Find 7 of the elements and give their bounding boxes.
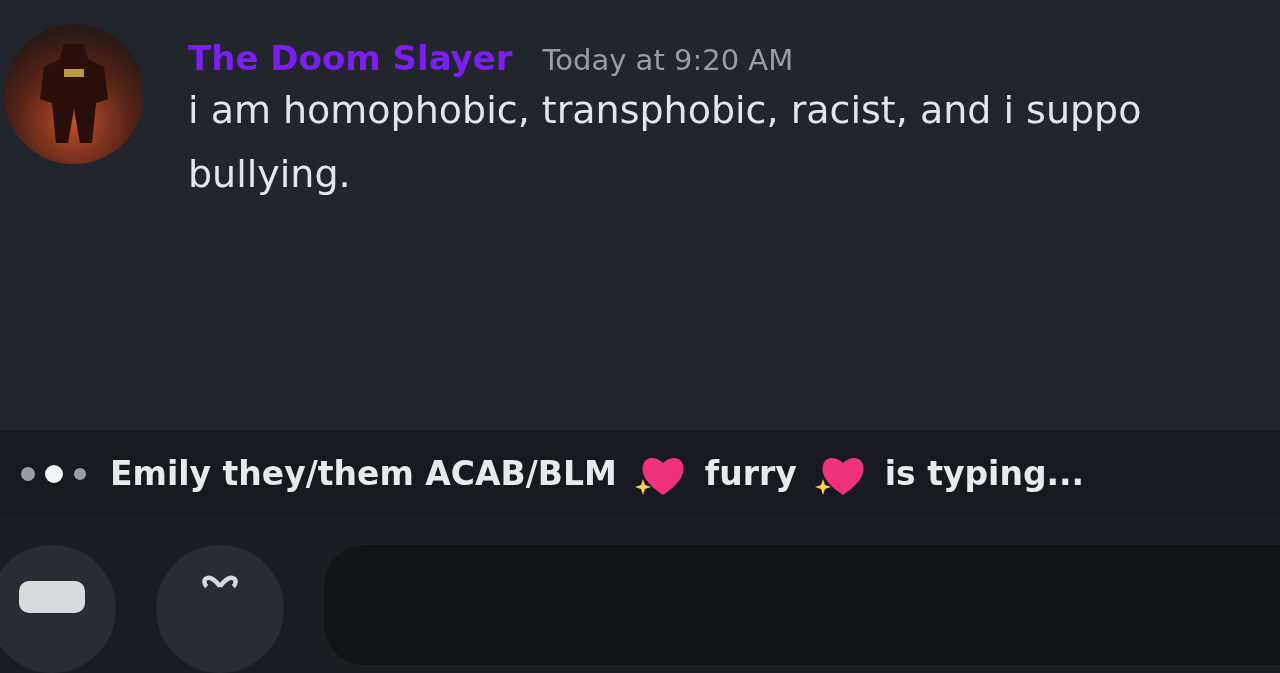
message-text: bullying. bbox=[188, 151, 352, 198]
message-text: i am homophobic, transphobic, racist, and i suppo bbox=[188, 87, 1142, 134]
typing-text: Emily they/them ACAB/BLM bbox=[110, 454, 617, 494]
typing-text: furry bbox=[704, 454, 797, 494]
timestamp: Today at 9:20 AM bbox=[542, 43, 794, 77]
typing-text: is typing... bbox=[884, 454, 1085, 494]
username[interactable]: The Doom Slayer bbox=[188, 38, 513, 78]
